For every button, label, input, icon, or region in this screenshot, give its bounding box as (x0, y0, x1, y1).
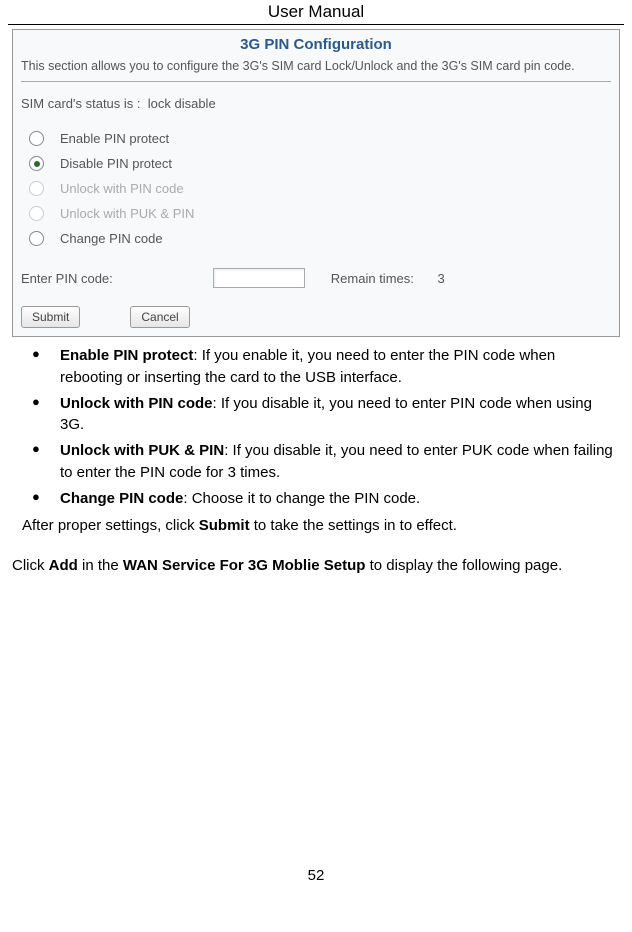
config-description: This section allows you to configure the… (21, 59, 611, 73)
list-item: Unlock with PIN code: If you disable it,… (18, 393, 614, 437)
radio-label: Unlock with PUK & PIN (60, 206, 194, 221)
sim-status-value: lock disable (148, 96, 216, 111)
radio-icon (29, 231, 44, 246)
pin-entry-row: Enter PIN code: Remain times: 3 (21, 268, 611, 288)
bullet-title: Enable PIN protect (60, 347, 193, 364)
after-bold: Submit (199, 517, 250, 534)
instr-t1: Click (12, 557, 49, 574)
radio-icon (29, 131, 44, 146)
pin-input[interactable] (213, 268, 305, 288)
page-number: 52 (8, 867, 624, 892)
radio-enable-pin[interactable]: Enable PIN protect (29, 131, 611, 146)
after-settings-text: After proper settings, click Submit to t… (22, 515, 614, 537)
instr-t3: to display the following page. (365, 557, 562, 574)
radio-icon (29, 181, 44, 196)
radio-icon (29, 206, 44, 221)
list-item: Unlock with PUK & PIN: If you disable it… (18, 440, 614, 484)
click-add-instruction: Click Add in the WAN Service For 3G Mobl… (12, 555, 620, 577)
divider (21, 81, 611, 82)
remain-label: Remain times: (331, 271, 414, 286)
bullet-title: Unlock with PIN code (60, 395, 213, 412)
after-post: to take the settings in to effect. (250, 517, 457, 534)
page-title: User Manual (8, 0, 624, 22)
header-rule (8, 24, 624, 25)
bullet-title: Change PIN code (60, 490, 183, 507)
list-item: Enable PIN protect: If you enable it, yo… (18, 345, 614, 389)
radio-label: Disable PIN protect (60, 156, 172, 171)
submit-button[interactable]: Submit (21, 306, 80, 328)
remain-value: 3 (437, 271, 444, 286)
config-screenshot: 3G PIN Configuration This section allows… (12, 29, 620, 337)
instr-b1: Add (49, 557, 78, 574)
config-heading: 3G PIN Configuration (21, 36, 611, 53)
radio-selected-icon (29, 156, 44, 171)
radio-label: Enable PIN protect (60, 131, 169, 146)
bullet-title: Unlock with PUK & PIN (60, 442, 224, 459)
radio-label: Unlock with PIN code (60, 181, 184, 196)
instr-b2: WAN Service For 3G Moblie Setup (123, 557, 366, 574)
pin-label: Enter PIN code: (21, 271, 113, 286)
instr-t2: in the (78, 557, 123, 574)
list-item: Change PIN code: Choose it to change the… (18, 488, 614, 510)
sim-status: SIM card's status is : lock disable (21, 96, 611, 111)
after-pre: After proper settings, click (22, 517, 199, 534)
cancel-button[interactable]: Cancel (130, 306, 189, 328)
feature-bullets: Enable PIN protect: If you enable it, yo… (18, 345, 614, 509)
radio-unlock-puk[interactable]: Unlock with PUK & PIN (29, 206, 611, 221)
bullet-body: : Choose it to change the PIN code. (183, 490, 420, 507)
radio-unlock-pin[interactable]: Unlock with PIN code (29, 181, 611, 196)
button-row: Submit Cancel (21, 306, 611, 328)
sim-status-label: SIM card's status is : (21, 96, 141, 111)
pin-radio-group: Enable PIN protect Disable PIN protect U… (29, 131, 611, 246)
radio-label: Change PIN code (60, 231, 163, 246)
radio-change-pin[interactable]: Change PIN code (29, 231, 611, 246)
radio-disable-pin[interactable]: Disable PIN protect (29, 156, 611, 171)
